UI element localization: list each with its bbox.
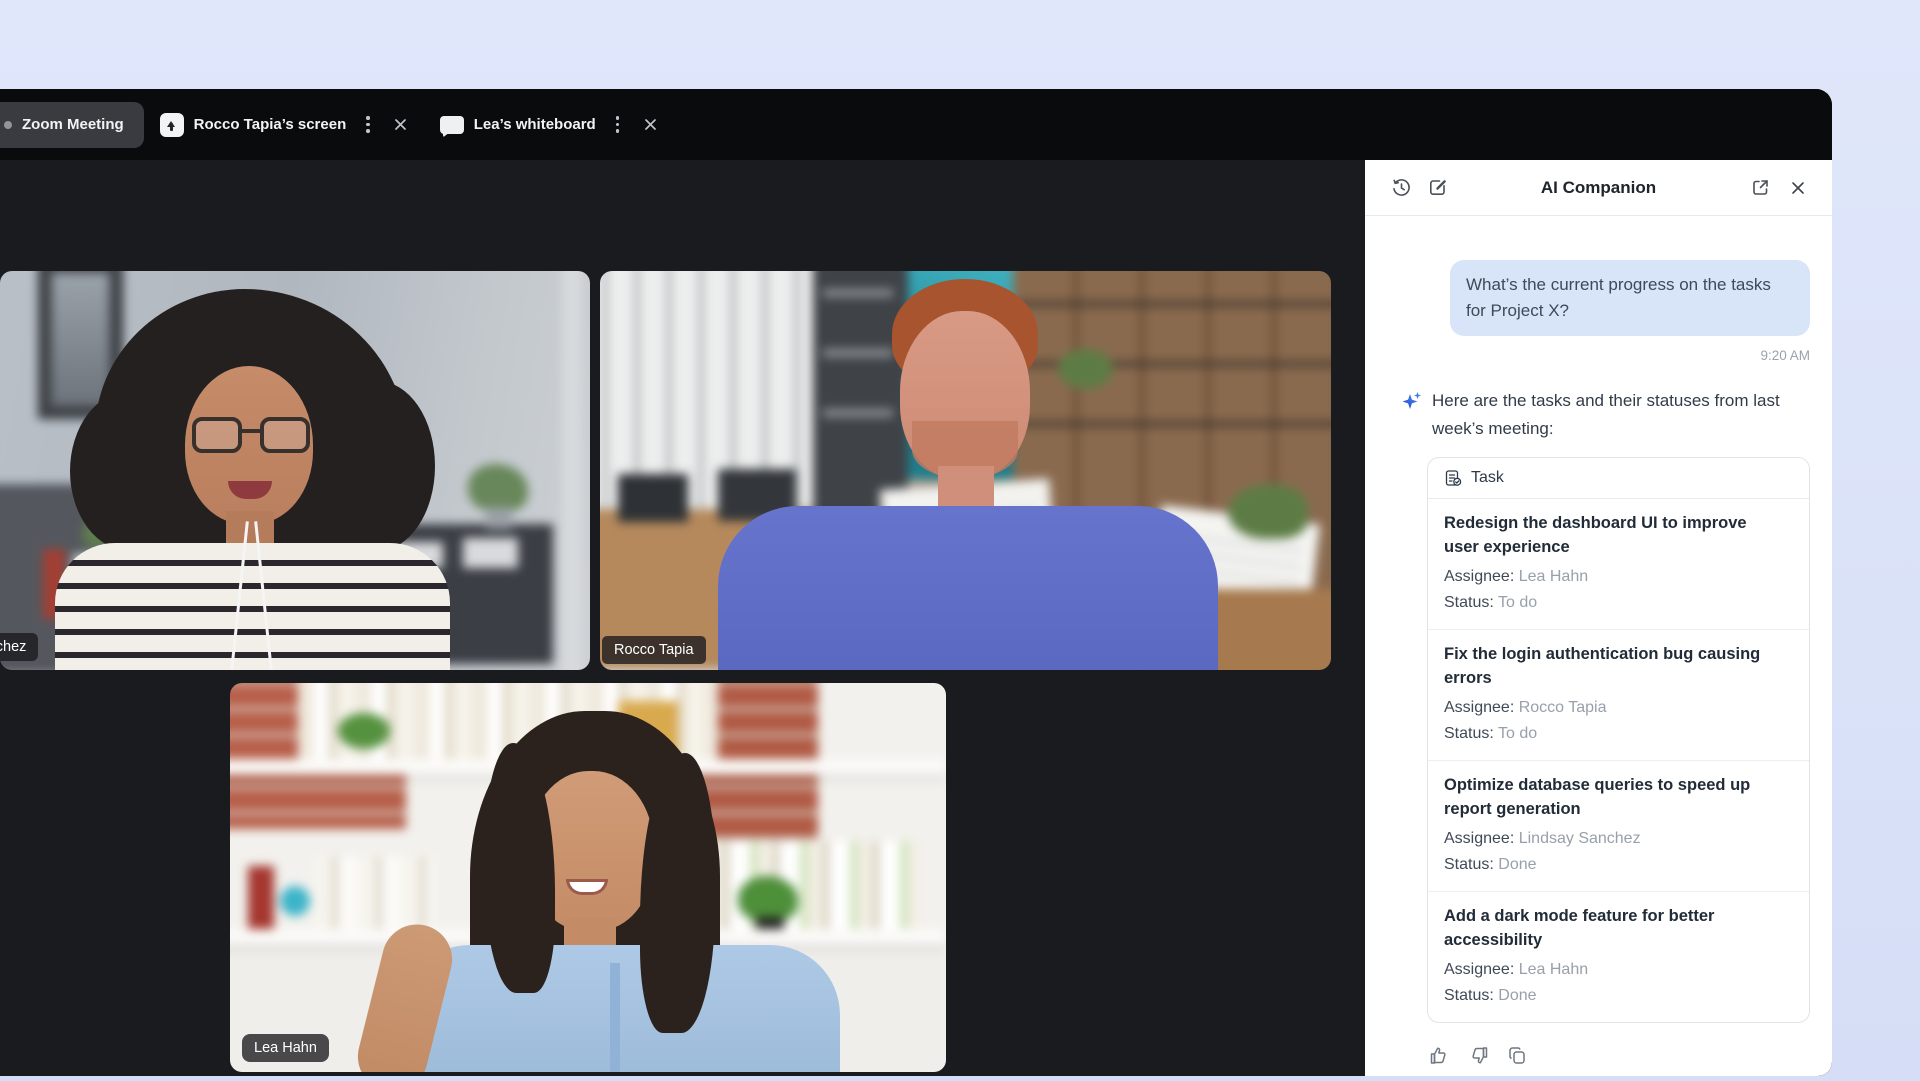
thumbs-down-icon[interactable] (1466, 1043, 1490, 1067)
feedback-bar (1427, 1043, 1810, 1067)
tab-bar: Zoom Meeting Rocco Tapia’s screen Lea’s … (0, 89, 1832, 160)
task-item: Redesign the dashboard UI to improve use… (1428, 499, 1809, 629)
task-item: Optimize database queries to speed up re… (1428, 760, 1809, 891)
message-timestamp: 9:20 AM (1400, 348, 1810, 363)
status-value: Done (1498, 856, 1536, 873)
close-panel-icon[interactable] (1786, 176, 1810, 200)
denim-shirt (400, 945, 840, 1072)
status-label: Status: (1444, 987, 1494, 1004)
task-item: Add a dark mode feature for better acces… (1428, 891, 1809, 1022)
assignee-value: Lea Hahn (1519, 961, 1588, 978)
thumbs-up-icon[interactable] (1427, 1043, 1451, 1067)
tab-close-icon[interactable] (637, 112, 663, 138)
video-tile-rocco[interactable]: Rocco Tapia (600, 271, 1331, 670)
blue-shirt (718, 506, 1218, 670)
assignee-label: Assignee: (1444, 699, 1514, 716)
assignee-value: Lindsay Sanchez (1519, 830, 1641, 847)
participant-name-badge: Rocco Tapia (602, 636, 706, 664)
assignee-label: Assignee: (1444, 961, 1514, 978)
tab-lea-whiteboard[interactable]: Lea’s whiteboard (440, 112, 663, 138)
share-screen-icon (160, 113, 184, 137)
task-title: Optimize database queries to speed up re… (1444, 773, 1762, 821)
task-icon (1444, 469, 1462, 487)
pop-out-icon[interactable] (1748, 176, 1772, 200)
participant-name-badge: Lindsay Sanchez (0, 633, 38, 661)
ai-response: Here are the tasks and their statuses fr… (1400, 387, 1810, 443)
tab-label: Rocco Tapia’s screen (194, 116, 347, 133)
status-value: To do (1498, 725, 1537, 742)
status-value: Done (1498, 987, 1536, 1004)
video-tile-lindsay[interactable]: Lindsay Sanchez (0, 271, 590, 670)
meeting-status-icon (4, 121, 12, 129)
ai-response-text: Here are the tasks and their statuses fr… (1432, 387, 1788, 443)
task-title: Add a dark mode feature for better acces… (1444, 904, 1762, 952)
tab-menu-icon[interactable] (616, 116, 620, 133)
tab-label: Lea’s whiteboard (474, 116, 596, 133)
tab-label: Zoom Meeting (22, 116, 124, 133)
glasses (192, 417, 310, 457)
tab-zoom-meeting[interactable]: Zoom Meeting (0, 102, 144, 148)
participant-name-badge: Lea Hahn (242, 1034, 329, 1062)
whiteboard-icon (440, 116, 464, 134)
task-item: Fix the login authentication bug causing… (1428, 629, 1809, 760)
status-label: Status: (1444, 594, 1494, 611)
task-title: Fix the login authentication bug causing… (1444, 642, 1762, 690)
assignee-value: Rocco Tapia (1519, 699, 1607, 716)
ai-panel-header: AI Companion (1365, 160, 1832, 216)
assignee-label: Assignee: (1444, 830, 1514, 847)
task-card-title: Task (1471, 469, 1504, 487)
status-value: To do (1498, 594, 1537, 611)
meeting-window: Zoom Meeting Rocco Tapia’s screen Lea’s … (0, 89, 1832, 1076)
user-message-bubble: What’s the current progress on the tasks… (1450, 260, 1810, 336)
task-card-header: Task (1428, 458, 1809, 499)
status-label: Status: (1444, 725, 1494, 742)
task-card: Task Redesign the dashboard UI to improv… (1427, 457, 1810, 1023)
ai-companion-sparkle-icon (1400, 390, 1424, 414)
new-chat-icon[interactable] (1425, 176, 1449, 200)
ai-companion-panel: AI Companion What’s the current progress… (1365, 160, 1832, 1076)
chat-area: What’s the current progress on the tasks… (1365, 216, 1832, 1067)
tab-menu-icon[interactable] (366, 116, 370, 133)
panel-title: AI Companion (1449, 178, 1748, 198)
tab-close-icon[interactable] (388, 112, 414, 138)
tab-rocco-screen[interactable]: Rocco Tapia’s screen (160, 112, 414, 138)
history-icon[interactable] (1389, 176, 1413, 200)
task-title: Redesign the dashboard UI to improve use… (1444, 511, 1762, 559)
video-tile-lea[interactable]: Lea Hahn (230, 683, 946, 1072)
copy-icon[interactable] (1505, 1043, 1529, 1067)
status-label: Status: (1444, 856, 1494, 873)
assignee-label: Assignee: (1444, 568, 1514, 585)
assignee-value: Lea Hahn (1519, 568, 1588, 585)
striped-shirt (55, 543, 450, 670)
